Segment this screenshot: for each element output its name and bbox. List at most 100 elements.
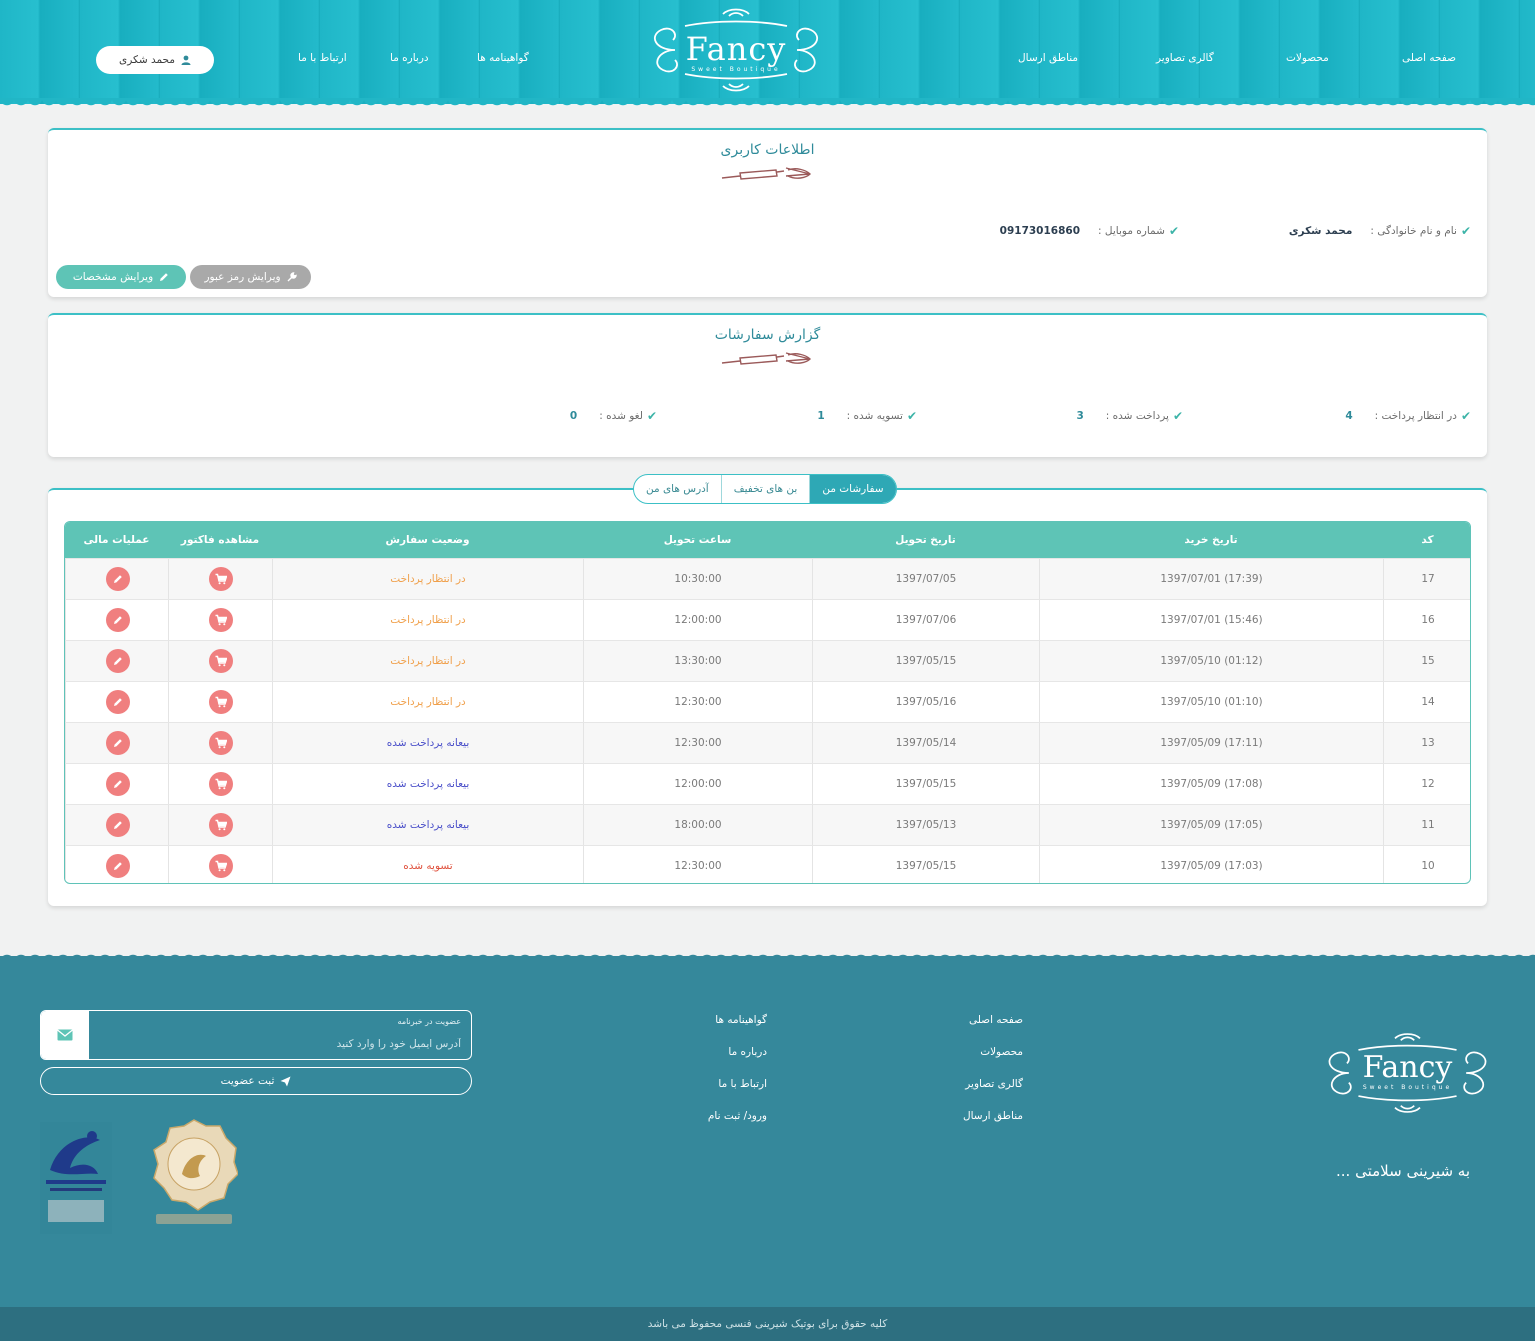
footer-link-certificates[interactable]: گواهینامه ها	[715, 1014, 767, 1026]
check-icon: ✔	[1168, 224, 1179, 238]
cell-purchase-date: 1397/05/10 (01:10)	[1039, 682, 1383, 722]
cell-code: 17	[1383, 559, 1470, 599]
view-invoice-button[interactable]	[209, 731, 233, 755]
table-row: 12 1397/05/09 (17:08) 1397/05/15 12:00:00 بی…	[65, 763, 1470, 804]
footer-link-products[interactable]: محصولات	[980, 1046, 1023, 1058]
nav-delivery-areas[interactable]: مناطق ارسال	[1018, 52, 1078, 64]
cell-financial-ops	[65, 559, 168, 599]
view-invoice-button[interactable]	[209, 567, 233, 591]
financial-ops-button[interactable]	[106, 854, 130, 878]
footer-link-gallery[interactable]: گالری تصاویر	[965, 1078, 1023, 1090]
view-invoice-button[interactable]	[209, 649, 233, 673]
enamad-badge-icon[interactable]	[40, 1122, 112, 1234]
orders-table: کد تاریخ خرید تاریخ تحویل ساعت تحویل وضع…	[64, 521, 1471, 884]
tab-my-orders[interactable]: سفارشات من	[809, 475, 896, 503]
nav-about[interactable]: درباره ما	[390, 52, 429, 64]
footer-tagline: به شیرینی سلامتی ...	[1336, 1162, 1470, 1180]
report-settled-value: 1	[817, 410, 825, 422]
user-info-card: اطلاعات کاربری ✔ نام و نام خانوادگی : مح…	[48, 128, 1487, 297]
footer-link-contact[interactable]: ارتباط با ما	[718, 1078, 767, 1090]
pencil-icon	[114, 780, 122, 788]
view-invoice-button[interactable]	[209, 690, 233, 714]
cell-delivery-time: 18:00:00	[583, 805, 812, 845]
nav-home[interactable]: صفحه اصلی	[1402, 52, 1456, 64]
user-account-button[interactable]: محمد شکری	[96, 46, 214, 74]
table-row: 17 1397/07/01 (17:39) 1397/07/05 10:30:00 در…	[65, 558, 1470, 599]
newsletter-email-input[interactable]	[101, 1033, 461, 1055]
view-invoice-button[interactable]	[209, 854, 233, 878]
nav-gallery[interactable]: گالری تصاویر	[1156, 52, 1214, 64]
report-cancelled-label: لغو شده :	[599, 410, 643, 422]
cell-order-status: بیعانه پرداخت شده	[272, 723, 583, 763]
report-pending-label: در انتظار پرداخت :	[1374, 410, 1457, 422]
report-settled: ✔ تسویه شده : 1	[817, 409, 917, 423]
orders-report-card: گزارش سفارشات ✔ در انتظار پرداخت : 4 ✔ پ…	[48, 313, 1487, 457]
cell-financial-ops	[65, 723, 168, 763]
cell-purchase-date: 1397/07/01 (15:46)	[1039, 600, 1383, 640]
cell-delivery-date: 1397/07/05	[812, 559, 1039, 599]
cell-financial-ops	[65, 600, 168, 640]
view-invoice-button[interactable]	[209, 772, 233, 796]
cell-delivery-time: 12:30:00	[583, 682, 812, 722]
cart-icon	[215, 819, 227, 831]
tab-discount-coupons[interactable]: بن های تخفیف	[720, 475, 810, 503]
cell-financial-ops	[65, 641, 168, 681]
financial-ops-button[interactable]	[106, 731, 130, 755]
wrench-icon	[287, 272, 297, 282]
view-invoice-button[interactable]	[209, 608, 233, 632]
cell-view-invoice	[168, 641, 272, 681]
check-icon: ✔	[906, 409, 917, 423]
user-icon	[181, 55, 191, 65]
footer-link-home[interactable]: صفحه اصلی	[969, 1014, 1023, 1026]
footer-brand-logo[interactable]: Fancy Sweet Boutique	[1320, 1030, 1495, 1116]
report-paid-value: 3	[1076, 410, 1084, 422]
samandehi-badge-icon[interactable]	[150, 1118, 238, 1228]
cell-financial-ops	[65, 805, 168, 845]
financial-ops-button[interactable]	[106, 813, 130, 837]
cell-code: 16	[1383, 600, 1470, 640]
col-code: کد	[1421, 534, 1434, 546]
newsletter-label: عضویت در خبرنامه	[397, 1017, 461, 1026]
cell-purchase-date: 1397/05/10 (01:12)	[1039, 641, 1383, 681]
mobile-value: 09173016860	[999, 225, 1081, 237]
cell-code: 10	[1383, 846, 1470, 883]
financial-ops-button[interactable]	[106, 772, 130, 796]
footer-link-login-register[interactable]: ورود/ ثبت نام	[708, 1110, 767, 1122]
orders-tabs: سفارشات من بن های تخفیف آدرس های من	[633, 474, 897, 504]
financial-ops-button[interactable]	[106, 608, 130, 632]
report-pending: ✔ در انتظار پرداخت : 4	[1345, 409, 1471, 423]
edit-profile-button[interactable]: ویرایش مشخصات	[56, 265, 186, 289]
edit-profile-label: ویرایش مشخصات	[72, 271, 154, 283]
edit-password-button[interactable]: ویرایش رمز عبور	[190, 265, 311, 289]
nav-contact[interactable]: ارتباط با ما	[298, 52, 347, 64]
cell-view-invoice	[168, 846, 272, 883]
cell-delivery-date: 1397/05/13	[812, 805, 1039, 845]
check-icon: ✔	[646, 409, 657, 423]
cell-code: 13	[1383, 723, 1470, 763]
mobile-row: ✔ شماره موبایل : 09173016860	[1000, 224, 1179, 238]
footer-link-about[interactable]: درباره ما	[728, 1046, 767, 1058]
subscribe-button[interactable]: ثبت عضویت	[40, 1067, 472, 1095]
brand-logo[interactable]: Fancy Sweet Boutique	[645, 6, 827, 94]
cart-icon	[215, 696, 227, 708]
table-row: 10 1397/05/09 (17:03) 1397/05/15 12:30:00 تس…	[65, 845, 1470, 883]
paper-plane-icon	[280, 1076, 291, 1086]
col-purchase-date: تاریخ خرید	[1184, 534, 1238, 546]
tab-my-addresses[interactable]: آدرس های من	[634, 475, 721, 503]
pencil-icon	[160, 273, 168, 281]
financial-ops-button[interactable]	[106, 690, 130, 714]
cell-code: 12	[1383, 764, 1470, 804]
financial-ops-button[interactable]	[106, 649, 130, 673]
financial-ops-button[interactable]	[106, 567, 130, 591]
cell-view-invoice	[168, 764, 272, 804]
cell-delivery-time: 13:30:00	[583, 641, 812, 681]
nav-certificates[interactable]: گواهینامه ها	[477, 52, 529, 64]
newsletter-box: عضویت در خبرنامه	[40, 1010, 472, 1060]
brand-subtitle: Sweet Boutique	[691, 66, 781, 73]
nav-products[interactable]: محصولات	[1286, 52, 1329, 64]
cell-order-status: بیعانه پرداخت شده	[272, 764, 583, 804]
pencil-icon	[114, 657, 122, 665]
view-invoice-button[interactable]	[209, 813, 233, 837]
cart-icon	[215, 614, 227, 626]
footer-link-delivery-areas[interactable]: مناطق ارسال	[963, 1110, 1023, 1122]
